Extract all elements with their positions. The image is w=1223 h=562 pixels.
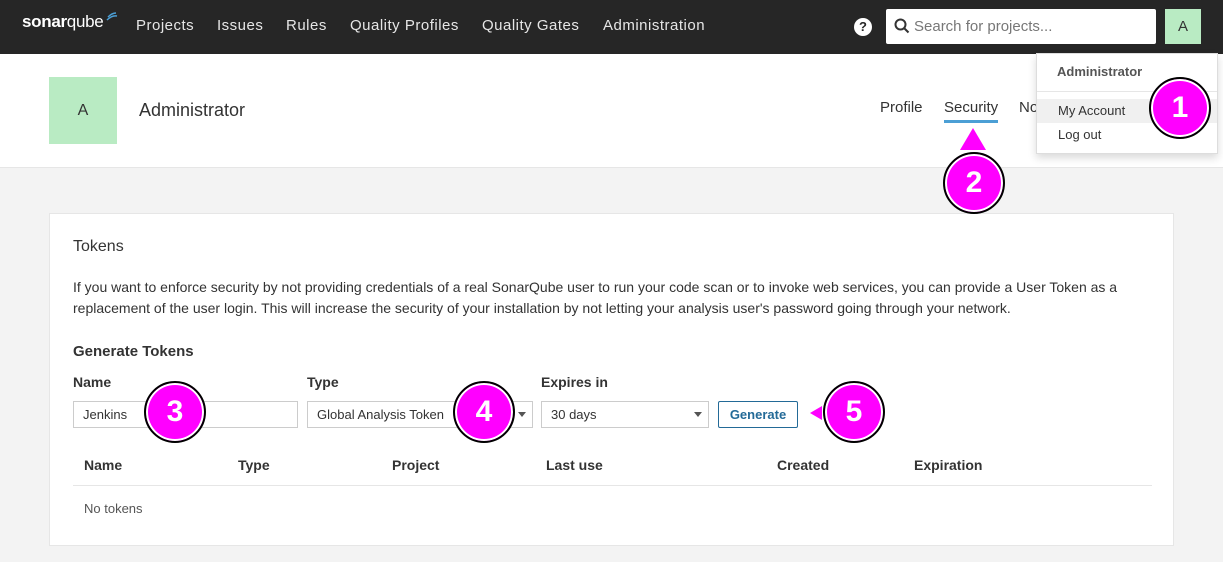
column-last-use: Last use: [546, 457, 603, 473]
annotation-arrow-up: [960, 128, 986, 150]
column-expiration: Expiration: [914, 457, 983, 473]
column-project: Project: [392, 457, 440, 473]
help-icon[interactable]: ?: [854, 18, 872, 36]
annotation-marker-1: 1: [1149, 77, 1211, 139]
annotation-marker-5: 5: [823, 381, 885, 443]
expires-value: 30 days: [551, 407, 597, 422]
annotation-marker-3: 3: [144, 381, 206, 443]
dropdown-header: Administrator: [1057, 64, 1143, 79]
search-icon: [894, 18, 910, 34]
table-divider: [73, 485, 1152, 486]
top-navbar: sonarqube Projects Issues Rules Quality …: [0, 0, 1223, 54]
account-avatar: A: [49, 77, 117, 144]
tab-security[interactable]: Security: [944, 99, 999, 123]
generate-button[interactable]: Generate: [718, 401, 798, 428]
chevron-down-icon: [518, 412, 526, 417]
annotation-marker-2: 2: [943, 152, 1005, 214]
generate-tokens-title: Generate Tokens: [73, 343, 194, 360]
tokens-panel: Tokens If you want to enforce security b…: [49, 213, 1174, 546]
annotation-marker-4: 4: [453, 381, 515, 443]
column-name: Name: [84, 457, 123, 473]
type-label: Type: [307, 374, 339, 390]
sonarqube-logo[interactable]: sonarqube: [22, 12, 118, 32]
chevron-down-icon: [694, 412, 702, 417]
nav-administration[interactable]: Administration: [603, 17, 705, 34]
tokens-description: If you want to enforce security by not p…: [73, 279, 1118, 316]
user-avatar-button[interactable]: A: [1165, 9, 1201, 44]
nav-rules[interactable]: Rules: [286, 17, 327, 34]
search-input[interactable]: [914, 9, 1150, 44]
nav-quality-gates[interactable]: Quality Gates: [482, 17, 579, 34]
logo-text-bold: sonar: [22, 12, 67, 31]
column-created: Created: [777, 457, 830, 473]
expires-select[interactable]: 30 days: [541, 401, 709, 428]
logo-text-light: qube: [66, 12, 104, 31]
nav-quality-profiles[interactable]: Quality Profiles: [350, 17, 459, 34]
nav-projects[interactable]: Projects: [136, 17, 194, 34]
name-label: Name: [73, 374, 112, 390]
expires-label: Expires in: [541, 374, 608, 390]
sonar-waves-icon: [106, 12, 118, 21]
nav-issues[interactable]: Issues: [217, 17, 263, 34]
no-tokens-message: No tokens: [84, 501, 143, 516]
search-box[interactable]: [886, 9, 1156, 44]
tokens-title: Tokens: [73, 238, 124, 255]
tab-profile[interactable]: Profile: [880, 99, 923, 116]
account-name: Administrator: [139, 100, 246, 120]
column-type: Type: [238, 457, 270, 473]
token-type-value: Global Analysis Token: [317, 407, 444, 422]
annotation-arrow-left: [810, 406, 822, 420]
